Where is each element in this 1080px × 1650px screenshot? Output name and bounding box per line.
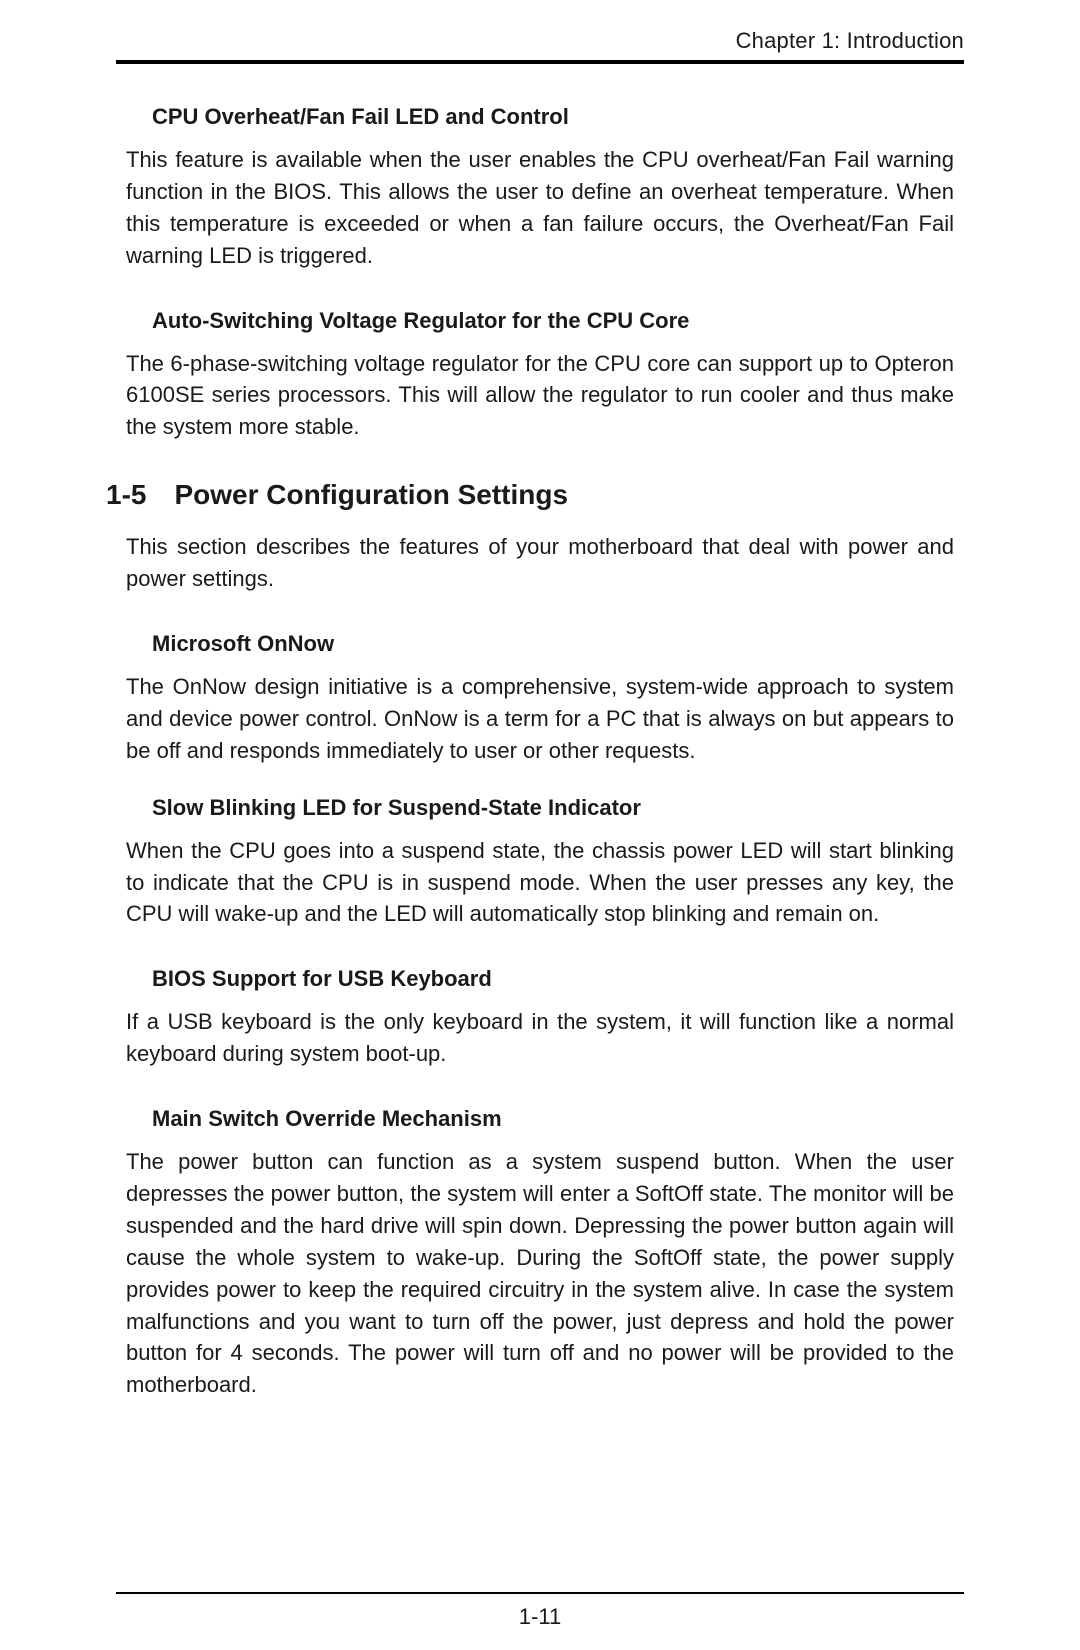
- subheading-slow-blink-led: Slow Blinking LED for Suspend-State Indi…: [152, 795, 954, 821]
- paragraph: When the CPU goes into a suspend state, …: [126, 835, 954, 931]
- subheading-onnow: Microsoft OnNow: [152, 631, 954, 657]
- section-title: Power Configuration Settings: [174, 479, 568, 511]
- paragraph: If a USB keyboard is the only keyboard i…: [126, 1006, 954, 1070]
- subheading-main-switch-override: Main Switch Override Mechanism: [152, 1106, 954, 1132]
- paragraph: The power button can function as a syste…: [126, 1146, 954, 1401]
- page-number: 1-11: [0, 1604, 1080, 1630]
- paragraph: This section describes the features of y…: [126, 531, 954, 595]
- subheading-voltage-regulator: Auto-Switching Voltage Regulator for the…: [152, 308, 954, 334]
- paragraph: The 6-phase-switching voltage regulator …: [126, 348, 954, 444]
- running-header: Chapter 1: Introduction: [116, 28, 964, 54]
- paragraph: This feature is available when the user …: [126, 144, 954, 272]
- subheading-bios-usb-keyboard: BIOS Support for USB Keyboard: [152, 966, 954, 992]
- section-number: 1-5: [106, 479, 146, 511]
- footer-rule: [116, 1592, 964, 1594]
- section-heading-row: 1-5 Power Configuration Settings: [106, 479, 954, 511]
- subheading-cpu-overheat: CPU Overheat/Fan Fail LED and Control: [152, 104, 954, 130]
- paragraph: The OnNow design initiative is a compreh…: [126, 671, 954, 767]
- footer-rule-wrap: [116, 1590, 964, 1594]
- document-page: Chapter 1: Introduction CPU Overheat/Fan…: [0, 0, 1080, 1650]
- page-content: CPU Overheat/Fan Fail LED and Control Th…: [116, 64, 964, 1401]
